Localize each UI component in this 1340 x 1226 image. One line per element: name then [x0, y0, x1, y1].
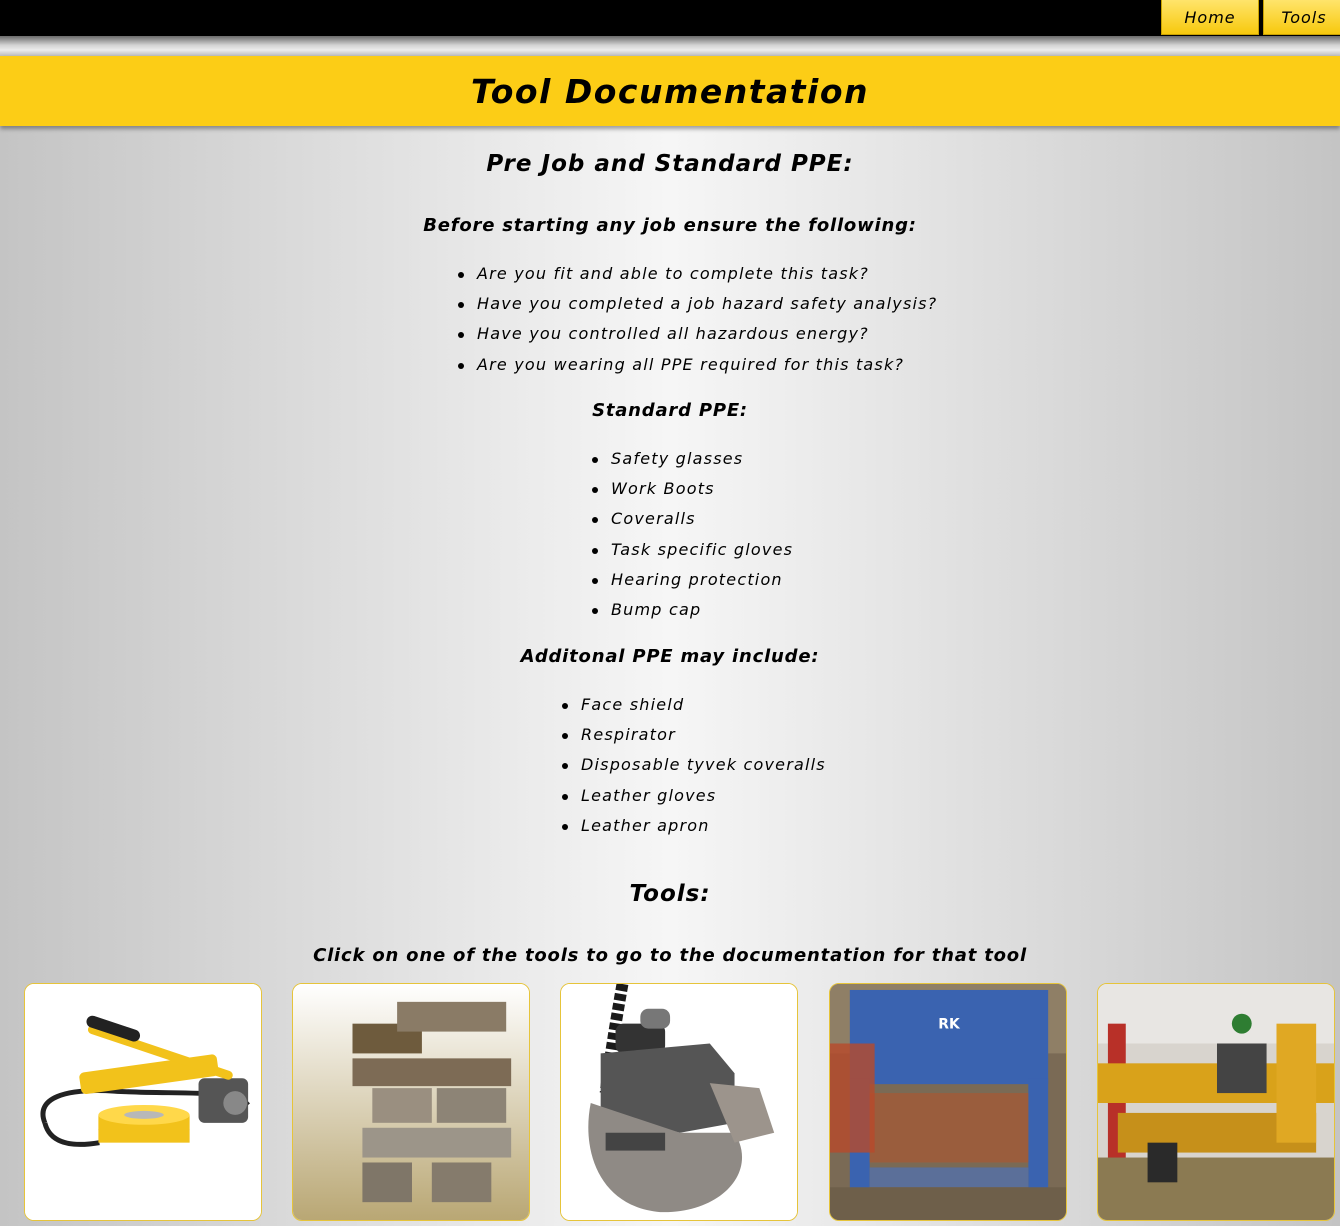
list-item: Have you controlled all hazardous energy… — [455, 319, 937, 349]
nav-tools-button[interactable]: Tools — [1263, 0, 1340, 35]
standard-ppe-list: Safety glasses Work Boots Coveralls Task… — [589, 444, 793, 625]
tool-tile-cribbing[interactable] — [292, 983, 530, 1221]
list-item: Have you completed a job hazard safety a… — [455, 289, 937, 319]
cribbing-blocks-image — [293, 984, 529, 1220]
tools-section-heading: Tools: — [629, 881, 711, 907]
list-item: Coveralls — [589, 504, 793, 534]
hydraulic-torque-wrench-image — [561, 984, 797, 1220]
list-item: Leather gloves — [559, 781, 826, 811]
list-item: Respirator — [559, 720, 826, 750]
page-banner: Tool Documentation — [0, 56, 1340, 126]
hydraulic-press-image: RK — [830, 984, 1066, 1220]
prejob-heading: Before starting any job ensure the follo… — [423, 215, 917, 236]
ppe-section-heading: Pre Job and Standard PPE: — [486, 151, 854, 177]
list-item: Work Boots — [589, 474, 793, 504]
tool-tile-hydraulic-pump[interactable] — [24, 983, 262, 1221]
nav-home-button[interactable]: Home — [1161, 0, 1259, 35]
top-nav-bar — [0, 0, 1340, 36]
additional-ppe-list: Face shield Respirator Disposable tyvek … — [559, 690, 826, 841]
industrial-machine-image — [1098, 984, 1334, 1220]
list-item: Safety glasses — [589, 444, 793, 474]
tool-tile-industrial-machine[interactable] — [1097, 983, 1335, 1221]
page-title: Tool Documentation — [470, 71, 870, 111]
list-item: Are you wearing all PPE required for thi… — [455, 350, 937, 380]
list-item: Face shield — [559, 690, 826, 720]
hydraulic-pump-jack-image — [25, 984, 261, 1220]
list-item: Hearing protection — [589, 565, 793, 595]
list-item: Task specific gloves — [589, 535, 793, 565]
additional-ppe-heading: Additonal PPE may include: — [520, 646, 820, 667]
press-brand-label: RK — [938, 1017, 961, 1033]
list-item: Disposable tyvek coveralls — [559, 750, 826, 780]
tools-instruction: Click on one of the tools to go to the d… — [313, 945, 1027, 966]
nav-shadow-divider — [0, 36, 1340, 56]
standard-ppe-heading: Standard PPE: — [592, 400, 748, 421]
list-item: Are you fit and able to complete this ta… — [455, 259, 937, 289]
tool-tile-torque-wrench[interactable] — [560, 983, 798, 1221]
list-item: Leather apron — [559, 811, 826, 841]
prejob-checklist: Are you fit and able to complete this ta… — [455, 259, 937, 380]
tool-tile-hydraulic-press[interactable]: RK — [829, 983, 1067, 1221]
list-item: Bump cap — [589, 595, 793, 625]
